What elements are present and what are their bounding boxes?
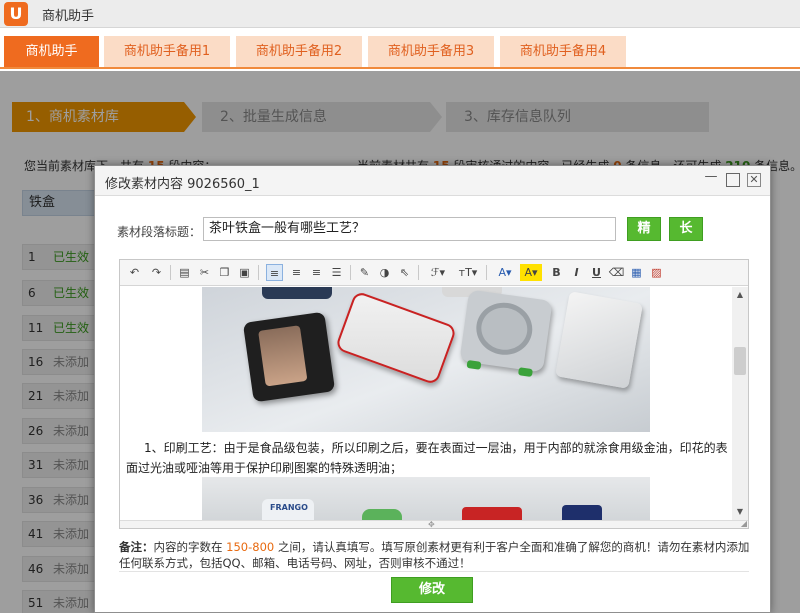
close-icon[interactable]: ✕ [747, 173, 761, 187]
italic-icon[interactable]: I [568, 264, 585, 281]
tin-box-shape [334, 290, 458, 386]
table-icon[interactable]: ▦ [628, 264, 645, 281]
tin-box-shape [555, 291, 643, 389]
brand-print: FRANGO [270, 503, 308, 512]
redo-icon[interactable]: ↷ [148, 264, 165, 281]
note-text-1: 内容的字数在 [153, 540, 223, 554]
scroll-down-icon[interactable]: ▼ [732, 504, 748, 520]
portrait-print [258, 325, 308, 387]
select-icon[interactable]: ⇖ [396, 264, 413, 281]
toolbar-divider [486, 265, 487, 280]
scroll-up-icon[interactable]: ▲ [732, 287, 748, 303]
tin-boxes-photo-2: FRANGO [202, 477, 650, 520]
font-color-icon[interactable]: A▾ [494, 264, 516, 281]
undo-icon[interactable]: ↶ [126, 264, 143, 281]
format-painter-icon[interactable]: ◑ [376, 264, 393, 281]
dialog-title: 修改素材内容 9026560_1 [105, 177, 260, 192]
cut-icon[interactable]: ✂ [196, 264, 213, 281]
submit-button[interactable]: 修改 [391, 577, 473, 603]
toolbar-divider [170, 265, 171, 280]
paragraph-title-input[interactable]: 茶叶铁盒一般有哪些工艺？ [203, 217, 616, 241]
source-icon[interactable]: ▤ [176, 264, 193, 281]
align-center-icon[interactable]: ≡ [288, 264, 305, 281]
tin-box-shape [242, 311, 336, 403]
tin-box-shape [562, 505, 602, 520]
paste-icon[interactable]: ▣ [236, 264, 253, 281]
tab-backup-2[interactable]: 商机助手备用2 [236, 36, 362, 67]
clear-format-icon[interactable]: ✎ [356, 264, 373, 281]
tin-box-shape [459, 289, 553, 378]
corner-grip-icon[interactable]: ◢ [741, 520, 747, 528]
underline-icon[interactable]: U [588, 264, 605, 281]
window-titlebar: U 商机助手 [0, 0, 800, 28]
tab-bar: 商机助手 商机助手备用1 商机助手备用2 商机助手备用3 商机助手备用4 [0, 36, 800, 69]
eraser-icon[interactable]: ⌫ [608, 264, 625, 281]
minimize-icon[interactable]: — [704, 170, 718, 184]
align-justify-icon[interactable]: ☰ [328, 264, 345, 281]
scrollbar-thumb[interactable] [734, 347, 746, 375]
note-label: 备注： [119, 540, 154, 554]
tin-foot [517, 367, 533, 378]
align-right-icon[interactable]: ≡ [308, 264, 325, 281]
paragraph-title-label: 素材段落标题： [117, 225, 202, 239]
align-left-icon[interactable]: ≡ [266, 264, 283, 281]
editor-toolbar: ↶ ↷ ▤ ✂ ❐ ▣ ≡ ≡ ≡ ☰ ✎ ◑ ⇖ ℱ▾ ᴛT▾ A▾ A▾ B… [120, 260, 748, 286]
tab-backup-4[interactable]: 商机助手备用4 [500, 36, 626, 67]
tin-box-shape [262, 287, 332, 299]
rich-text-editor: ↶ ↷ ▤ ✂ ❐ ▣ ≡ ≡ ≡ ☰ ✎ ◑ ⇖ ℱ▾ ᴛT▾ A▾ A▾ B… [119, 259, 749, 529]
tin-box-shape: FRANGO [262, 499, 314, 520]
short-title-button[interactable]: 精 [627, 217, 661, 241]
resize-handle-icon[interactable]: ✥ [428, 521, 435, 529]
remark-note: 备注：内容的字数在 150-800 之间，请认真填写。填写原创素材更有利于客户全… [119, 539, 751, 571]
tin-box-shape [362, 509, 402, 520]
font-family-icon[interactable]: ℱ▾ [426, 264, 450, 281]
note-range: 150-800 [226, 540, 275, 554]
tin-lid-ring [472, 299, 536, 359]
app-title: 商机助手 [42, 9, 95, 24]
editor-content[interactable]: 1、印刷工艺：由于是食品级包装，所以印刷之后，要在表面过一层油，用于内部的就涂食… [120, 287, 732, 520]
tin-boxes-photo [202, 287, 650, 432]
dialog-divider [119, 571, 749, 572]
dialog-header: 修改素材内容 9026560_1 — ✕ [95, 166, 770, 196]
maximize-icon[interactable] [726, 173, 740, 187]
toolbar-divider [258, 265, 259, 280]
editor-scrollbar[interactable]: ▲ ▼ [732, 287, 748, 520]
editor-resize-bar[interactable]: ✥ ◢ [120, 520, 748, 529]
bold-icon[interactable]: B [548, 264, 565, 281]
font-size-icon[interactable]: ᴛT▾ [456, 264, 480, 281]
copy-icon[interactable]: ❐ [216, 264, 233, 281]
tin-foot [466, 359, 482, 370]
tab-backup-3[interactable]: 商机助手备用3 [368, 36, 494, 67]
highlight-color-icon[interactable]: A▾ [520, 264, 542, 281]
app-logo: U [4, 2, 28, 26]
long-title-button[interactable]: 长 [669, 217, 703, 241]
edit-material-dialog: 修改素材内容 9026560_1 — ✕ 素材段落标题： 茶叶铁盒一般有哪些工艺… [94, 165, 771, 613]
content-paragraph: 1、印刷工艺：由于是食品级包装，所以印刷之后，要在表面过一层油，用于内部的就涂食… [126, 441, 728, 475]
tin-box-shape [462, 507, 522, 520]
toolbar-divider [418, 265, 419, 280]
toolbar-divider [350, 265, 351, 280]
tab-backup-1[interactable]: 商机助手备用1 [104, 36, 230, 67]
tab-main[interactable]: 商机助手 [4, 36, 99, 67]
image-icon[interactable]: ▨ [648, 264, 665, 281]
